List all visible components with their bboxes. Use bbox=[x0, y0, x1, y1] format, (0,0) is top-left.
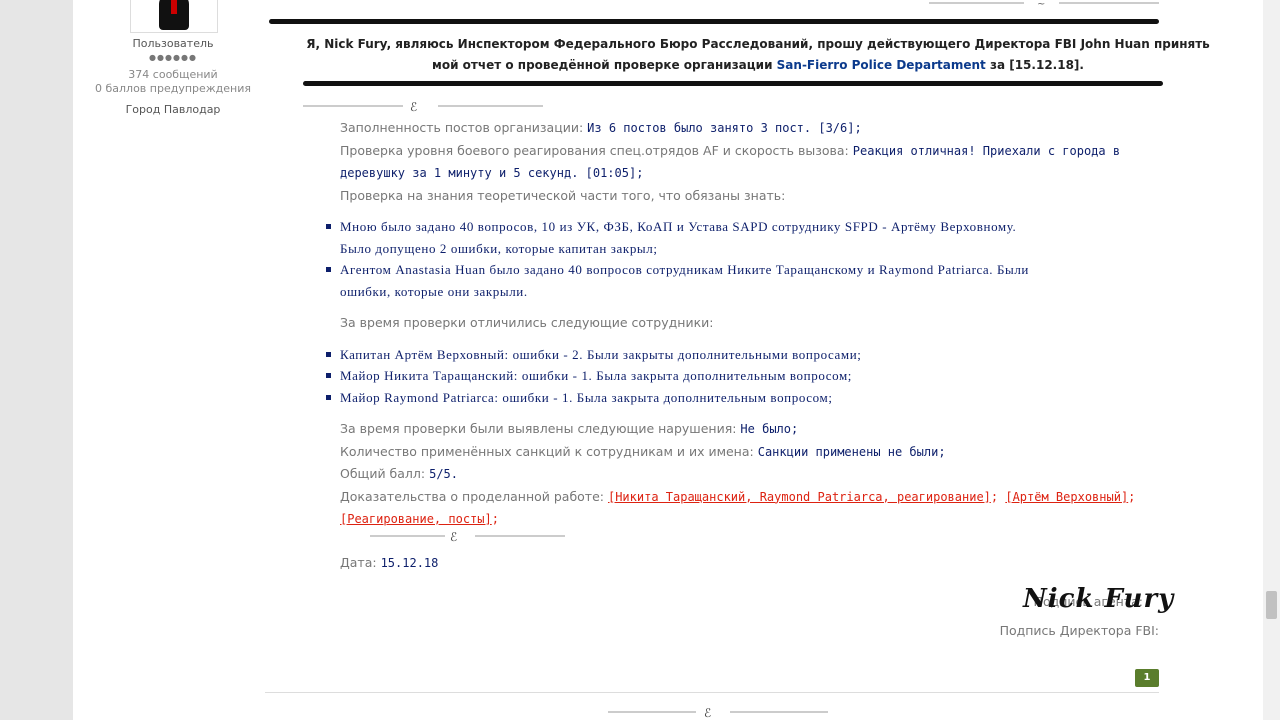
reaction-line-2: деревушку за 1 минуту и 5 секунд. [01:05… bbox=[340, 162, 1170, 185]
report-intro: Я, Nick Fury, являюсь Инспектором Федера… bbox=[303, 34, 1213, 76]
evidence-separator: ; bbox=[491, 512, 499, 526]
sanctions-label: Количество применённых санкций к сотрудн… bbox=[340, 443, 754, 459]
ornament-divider-2: ℰ bbox=[370, 530, 565, 542]
ornament-divider-3: ℰ bbox=[608, 706, 828, 718]
theory-list: Мною было задано 40 вопросов, 10 из УК, … bbox=[326, 216, 1170, 302]
score-line: Общий балл: 5/5. bbox=[340, 463, 1170, 486]
date-label: Дата: bbox=[340, 554, 377, 570]
header-bar-top bbox=[269, 19, 1159, 24]
scrollbar-thumb[interactable] bbox=[1266, 591, 1277, 619]
theory-label: Проверка на знания теоретической части т… bbox=[340, 187, 786, 203]
header-bar-bottom bbox=[303, 81, 1163, 86]
sanctions-line: Количество применённых санкций к сотрудн… bbox=[340, 441, 1170, 464]
report-body: Заполненность постов организации: Из 6 п… bbox=[326, 117, 1170, 575]
theory-item-line: Было допущено 2 ошибки, которые капитан … bbox=[340, 240, 658, 256]
organization-name: San-Fierro Police Departament bbox=[776, 58, 986, 72]
evidence-separator: ; bbox=[1128, 489, 1136, 504]
agent-signature: Nick Fury bbox=[1023, 584, 1175, 614]
score-value: 5/5. bbox=[429, 467, 458, 481]
posts-label: Заполненность постов организации: bbox=[340, 120, 584, 135]
ornament-divider-top: ~ bbox=[929, 0, 1159, 8]
evidence-line-2: [Реагирование, посты]; bbox=[340, 508, 1170, 531]
reaction-value-2: деревушку за 1 минуту и 5 секунд. [01:05… bbox=[340, 166, 644, 180]
list-item: Агентом Anastasia Huan было задано 40 во… bbox=[326, 259, 1170, 302]
avatar[interactable] bbox=[130, 0, 218, 33]
user-role: Пользователь bbox=[132, 37, 214, 50]
violations-value: Не было; bbox=[740, 422, 799, 436]
evidence-link-1[interactable]: [Никита Таращанский, Raymond Patriarca, … bbox=[608, 490, 991, 504]
avatar-figure bbox=[159, 0, 189, 30]
theory-item-line: Агентом Anastasia Huan было задано 40 во… bbox=[340, 262, 1029, 277]
user-city: Город Павлодар bbox=[125, 103, 221, 116]
user-message-count: 374 сообщений bbox=[128, 68, 218, 81]
reaction-label: Проверка уровня боевого реагирования спе… bbox=[340, 142, 849, 158]
like-count-badge[interactable]: 1 bbox=[1135, 669, 1159, 687]
theory-item-line: Мною было задано 40 вопросов, 10 из УК, … bbox=[340, 219, 1017, 234]
date-line: Дата: 15.12.18 bbox=[340, 552, 1170, 575]
director-signature-label: Подпись Директора FBI: bbox=[999, 623, 1159, 638]
post-separator bbox=[265, 692, 1159, 693]
list-item: Мною было задано 40 вопросов, 10 из УК, … bbox=[326, 216, 1170, 259]
evidence-line: Доказательства о проделанной работе: [Ни… bbox=[340, 486, 1170, 509]
svg-text:ℰ: ℰ bbox=[704, 706, 711, 718]
svg-text:~: ~ bbox=[1037, 0, 1045, 8]
distinguished-list: Капитан Артём Верховный: ошибки - 2. Был… bbox=[326, 344, 1170, 409]
date-value: 15.12.18 bbox=[380, 555, 439, 570]
score-label: Общий балл: bbox=[340, 466, 426, 481]
user-warning-points: 0 баллов предупреждения bbox=[94, 82, 252, 95]
forum-post: Пользователь ●●●●●● 374 сообщений 0 балл… bbox=[73, 0, 1263, 720]
sanctions-value: Санкции применены не были; bbox=[757, 444, 946, 459]
svg-text:ℰ: ℰ bbox=[450, 530, 457, 542]
list-item: Капитан Артём Верховный: ошибки - 2. Был… bbox=[326, 344, 1170, 366]
theory-item-line: ошибки, которые они закрыли. bbox=[340, 283, 528, 299]
evidence-link-3[interactable]: [Реагирование, посты] bbox=[340, 512, 492, 526]
violations-line: За время проверки были выявлены следующи… bbox=[340, 418, 1170, 441]
posts-line: Заполненность постов организации: Из 6 п… bbox=[340, 117, 1170, 140]
intro-text-2: за [15.12.18]. bbox=[985, 58, 1084, 72]
evidence-label: Доказательства о проделанной работе: bbox=[340, 488, 604, 504]
list-item: Майор Raymond Patriarca: ошибки - 1. Был… bbox=[326, 387, 1170, 409]
distinguished-label: За время проверки отличились следующие с… bbox=[340, 315, 714, 330]
svg-text:ℰ: ℰ bbox=[410, 100, 417, 112]
posts-value: Из 6 постов было занято 3 пост. [3/6]; bbox=[587, 121, 862, 135]
reaction-line: Проверка уровня боевого реагирования спе… bbox=[340, 140, 1170, 163]
evidence-link-2[interactable]: [Артём Верховный] bbox=[1005, 490, 1128, 504]
violations-label: За время проверки были выявлены следующи… bbox=[340, 421, 737, 436]
ornament-divider-1: ℰ bbox=[303, 100, 543, 112]
list-item: Майор Никита Таращанский: ошибки - 1. Бы… bbox=[326, 365, 1170, 387]
reaction-value-1: Реакция отличная! Приехали с города в bbox=[852, 143, 1121, 158]
user-rank-stars: ●●●●●● bbox=[149, 53, 197, 62]
evidence-separator: ; bbox=[990, 489, 1006, 504]
